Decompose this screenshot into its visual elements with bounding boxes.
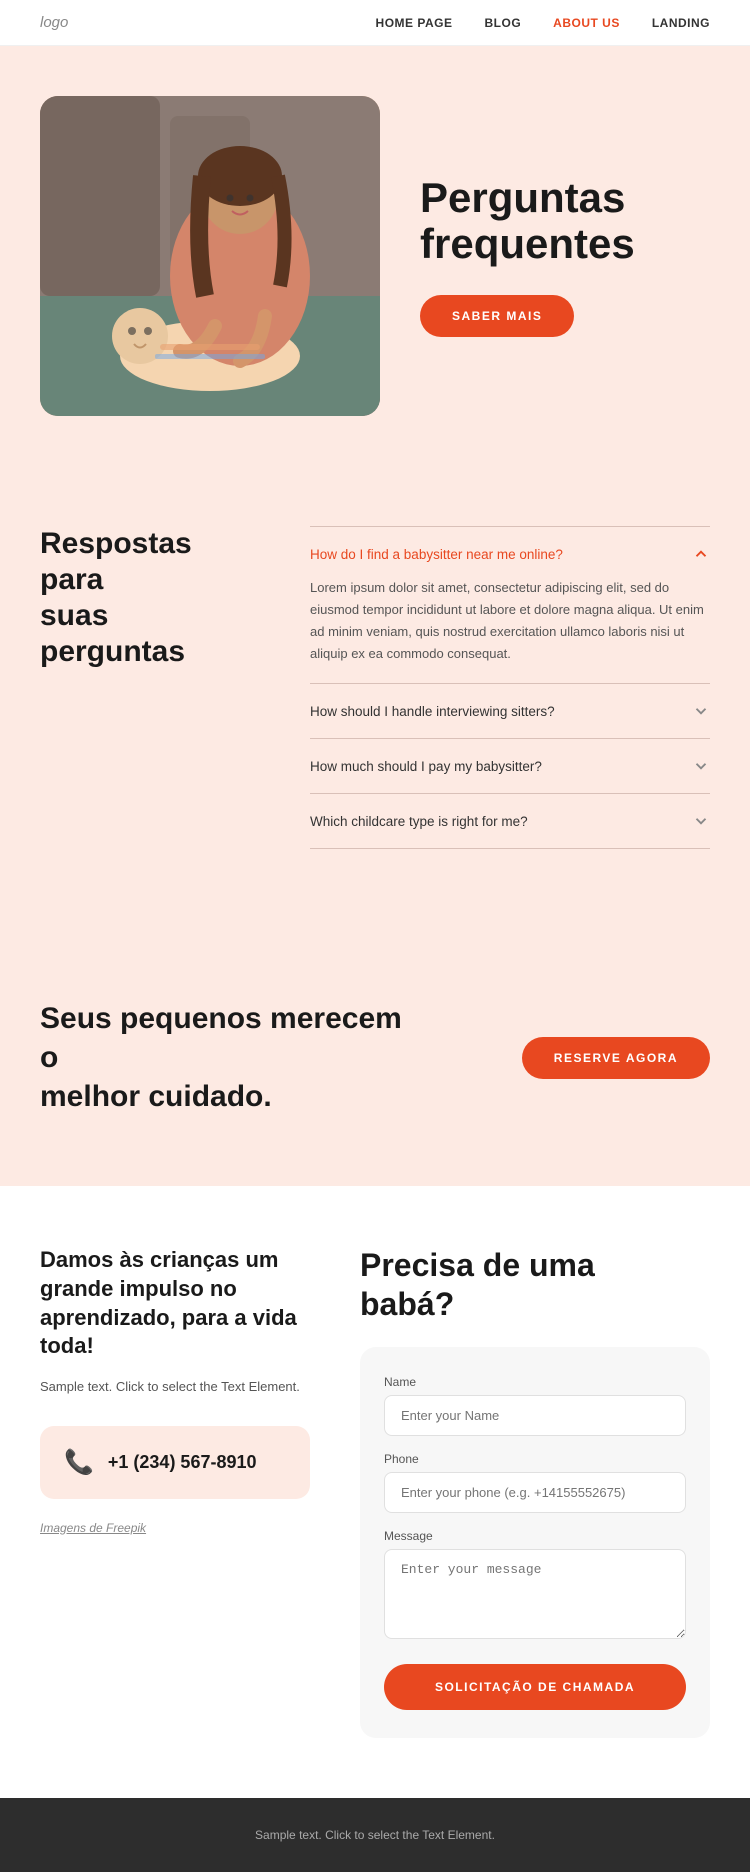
phone-input[interactable]	[384, 1472, 686, 1513]
phone-form-group: Phone	[384, 1452, 686, 1513]
cta-title: Seus pequenos merecem o melhor cuidado.	[40, 999, 420, 1116]
submit-button[interactable]: SOLICITAÇÃO DE CHAMADA	[384, 1664, 686, 1710]
phone-label: Phone	[384, 1452, 686, 1466]
contact-section: Damos às crianças um grande impulso no a…	[0, 1186, 750, 1798]
faq-question-text-2: How should I handle interviewing sitters…	[310, 704, 555, 719]
freepik-credit[interactable]: Imagens de Freepik	[40, 1521, 146, 1535]
phone-number: +1 (234) 567-8910	[108, 1452, 257, 1473]
chevron-down-icon	[692, 757, 710, 775]
name-input[interactable]	[384, 1395, 686, 1436]
message-form-group: Message	[384, 1529, 686, 1644]
hero-section: Perguntas frequentes SABER MAIS	[0, 46, 750, 466]
footer: Sample text. Click to select the Text El…	[0, 1798, 750, 1872]
faq-section-title: Respostas para suas perguntas	[40, 526, 260, 670]
nav-about[interactable]: ABOUT US	[553, 16, 620, 30]
hero-title: Perguntas frequentes	[420, 175, 710, 267]
hero-text: Perguntas frequentes SABER MAIS	[420, 175, 710, 337]
message-textarea[interactable]	[384, 1549, 686, 1639]
hero-image-placeholder	[40, 96, 380, 416]
nav-home[interactable]: HOME PAGE	[376, 16, 453, 30]
contact-left: Damos às crianças um grande impulso no a…	[40, 1246, 310, 1738]
contact-form-card: Name Phone Message SOLICITAÇÃO DE CHAMAD…	[360, 1347, 710, 1738]
faq-question-1[interactable]: How do I find a babysitter near me onlin…	[310, 545, 710, 563]
phone-icon: 📞	[64, 1448, 94, 1477]
nav-links: HOME PAGE BLOG ABOUT US LANDING	[376, 16, 710, 30]
contact-left-text: Sample text. Click to select the Text El…	[40, 1377, 310, 1398]
hero-cta-button[interactable]: SABER MAIS	[420, 295, 574, 337]
chevron-down-icon	[692, 702, 710, 720]
footer-text: Sample text. Click to select the Text El…	[255, 1828, 495, 1842]
contact-right: Precisa de uma babá? Name Phone Message …	[360, 1246, 710, 1738]
faq-left: Respostas para suas perguntas	[40, 526, 260, 849]
faq-question-4[interactable]: Which childcare type is right for me?	[310, 812, 710, 830]
contact-right-title: Precisa de uma babá?	[360, 1246, 710, 1323]
faq-item: How much should I pay my babysitter?	[310, 739, 710, 794]
nav-landing[interactable]: LANDING	[652, 16, 710, 30]
cta-section: Seus pequenos merecem o melhor cuidado. …	[0, 929, 750, 1186]
hero-image	[40, 96, 380, 416]
faq-question-3[interactable]: How much should I pay my babysitter?	[310, 757, 710, 775]
faq-answer-1: Lorem ipsum dolor sit amet, consectetur …	[310, 577, 710, 665]
faq-item: Which childcare type is right for me?	[310, 794, 710, 849]
faq-question-text-1: How do I find a babysitter near me onlin…	[310, 547, 563, 562]
faq-question-2[interactable]: How should I handle interviewing sitters…	[310, 702, 710, 720]
faq-list: How do I find a babysitter near me onlin…	[310, 526, 710, 849]
logo: logo	[40, 14, 68, 31]
faq-question-text-3: How much should I pay my babysitter?	[310, 759, 542, 774]
nav-blog[interactable]: BLOG	[484, 16, 521, 30]
chevron-up-icon	[692, 545, 710, 563]
chevron-down-icon	[692, 812, 710, 830]
reserve-now-button[interactable]: RESERVE AGORA	[522, 1037, 710, 1079]
faq-question-text-4: Which childcare type is right for me?	[310, 814, 528, 829]
phone-card: 📞 +1 (234) 567-8910	[40, 1426, 310, 1499]
faq-item: How should I handle interviewing sitters…	[310, 684, 710, 739]
name-label: Name	[384, 1375, 686, 1389]
name-form-group: Name	[384, 1375, 686, 1436]
faq-item: How do I find a babysitter near me onlin…	[310, 526, 710, 684]
message-label: Message	[384, 1529, 686, 1543]
faq-section: Respostas para suas perguntas How do I f…	[0, 466, 750, 929]
contact-left-title: Damos às crianças um grande impulso no a…	[40, 1246, 310, 1360]
navbar: logo HOME PAGE BLOG ABOUT US LANDING	[0, 0, 750, 46]
